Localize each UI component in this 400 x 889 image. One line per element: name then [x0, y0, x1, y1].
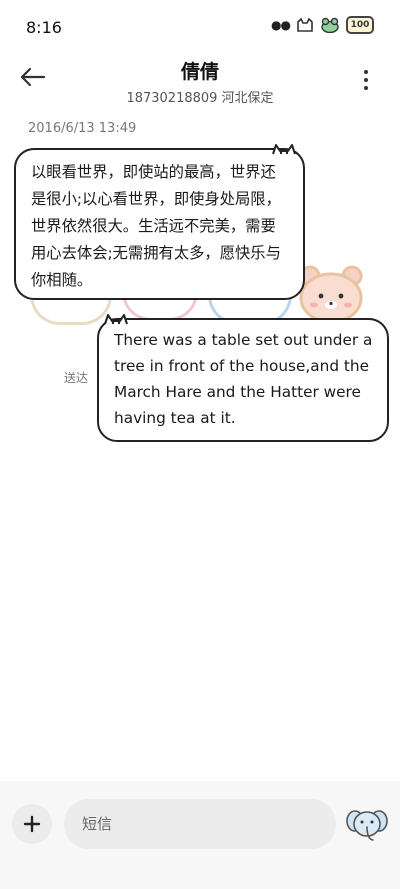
cat-ears-icon: [104, 314, 128, 325]
incoming-message-text: 以眼看世界，即使站的最高，世界还是很小;以心看世界，即使身处局限，世界依然很大。…: [31, 163, 281, 289]
message-input[interactable]: [64, 799, 336, 849]
incoming-message-bubble[interactable]: 以眼看世界，即使站的最高，世界还是很小;以心看世界，即使身处局限，世界依然很大。…: [14, 144, 305, 300]
message-timestamp: 2016/6/13 13:49: [28, 121, 137, 136]
more-vertical-icon: [358, 68, 374, 90]
delivery-status: 送达: [64, 371, 89, 385]
add-attachment-button[interactable]: [12, 804, 52, 844]
cat-ears-icon: [272, 144, 296, 155]
send-button[interactable]: [345, 805, 389, 845]
elephant-send-icon: [346, 810, 388, 841]
bear-sticker-decoration: [299, 265, 363, 324]
contact-name: 倩倩: [180, 61, 219, 83]
contact-info: 倩倩 18730218809 河北保定: [0, 56, 400, 106]
status-time: 8:16: [26, 18, 62, 37]
plus-icon: [23, 815, 41, 833]
conversation-header: 倩倩 18730218809 河北保定: [0, 56, 400, 106]
contact-subtitle: 18730218809 河北保定: [126, 91, 274, 106]
battery-icon: 100: [346, 16, 374, 34]
status-icons: ●● 100: [271, 16, 374, 34]
cat-status-icon: [297, 17, 313, 32]
frog-status-icon: [321, 17, 339, 33]
compose-bar: [0, 781, 400, 889]
outgoing-message-text: There was a table set out under a tree i…: [114, 331, 373, 427]
status-bar: 8:16 ●● 100: [0, 0, 400, 56]
more-options-button[interactable]: [358, 68, 374, 90]
signal-icon: ●●: [271, 18, 291, 32]
outgoing-message-bubble[interactable]: There was a table set out under a tree i…: [97, 314, 389, 442]
